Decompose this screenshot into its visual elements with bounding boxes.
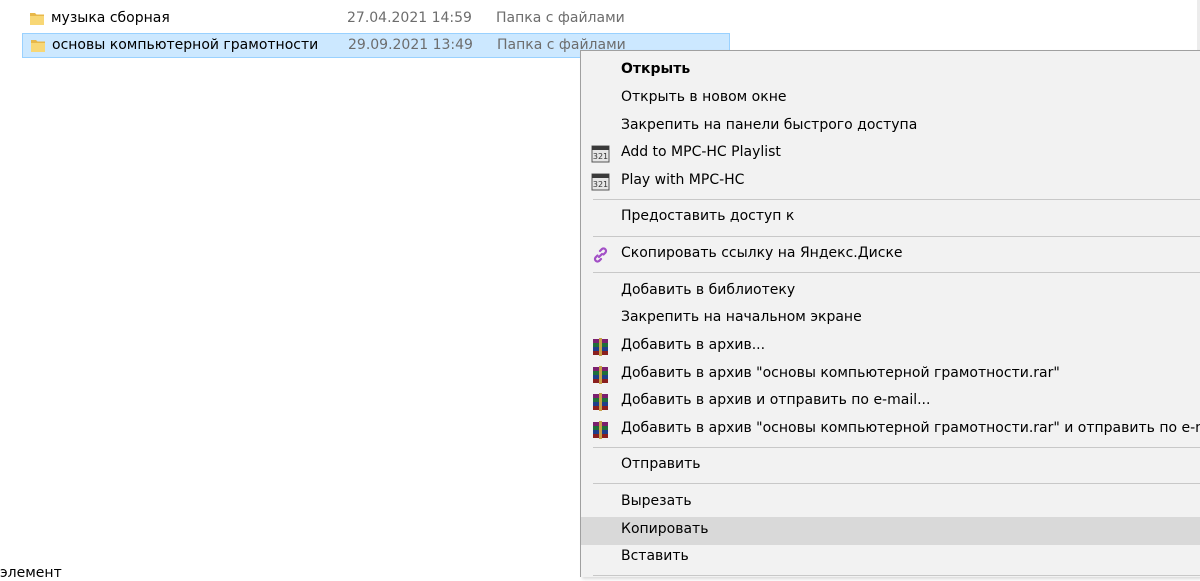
yandex-link-icon bbox=[593, 247, 608, 263]
menu-item-label: Закрепить на панели быстрого доступа bbox=[621, 117, 918, 133]
menu-item-label: Вставить bbox=[621, 548, 689, 564]
menu-item-play-mpc[interactable]: 321 Play with MPC-HC bbox=[581, 168, 1200, 196]
winrar-icon bbox=[593, 393, 608, 411]
svg-text:321: 321 bbox=[593, 180, 608, 189]
context-menu: Открыть Открыть в новом окне Закрепить н… bbox=[580, 50, 1200, 577]
winrar-icon bbox=[593, 366, 608, 384]
menu-item-label: Add to MPC-HC Playlist bbox=[621, 144, 781, 160]
menu-item-paste[interactable]: Вставить bbox=[581, 544, 1200, 572]
menu-item-add-archive[interactable]: Добавить в архив... bbox=[581, 333, 1200, 361]
file-date: 27.04.2021 14:59 bbox=[347, 10, 472, 26]
menu-item-label: Отправить bbox=[621, 456, 701, 472]
winrar-icon bbox=[593, 421, 608, 439]
menu-item-cut[interactable]: Вырезать bbox=[581, 489, 1200, 517]
menu-item-open[interactable]: Открыть bbox=[581, 57, 1200, 85]
menu-item-give-access[interactable]: Предоставить доступ к bbox=[581, 204, 1200, 232]
menu-separator bbox=[593, 447, 1200, 448]
mpc-hc-icon: 321 bbox=[591, 173, 610, 191]
menu-item-label: Открыть bbox=[621, 61, 691, 77]
file-row-muzyka[interactable]: музыка сборная 27.04.2021 14:59 Папка с … bbox=[22, 7, 730, 32]
menu-item-label: Добавить в архив... bbox=[621, 337, 766, 353]
menu-separator bbox=[593, 236, 1200, 237]
folder-icon bbox=[31, 40, 45, 52]
file-name[interactable]: музыка сборная bbox=[51, 10, 170, 26]
menu-item-label: Копировать bbox=[621, 521, 709, 537]
file-date: 29.09.2021 13:49 bbox=[348, 37, 473, 53]
menu-item-copy-yandex-link[interactable]: Скопировать ссылку на Яндекс.Диске bbox=[581, 241, 1200, 269]
menu-item-add-archive-named[interactable]: Добавить в архив "основы компьютерной гр… bbox=[581, 361, 1200, 389]
menu-item-add-library[interactable]: Добавить в библиотеку bbox=[581, 278, 1200, 306]
file-name[interactable]: основы компьютерной грамотности bbox=[52, 37, 318, 53]
menu-item-label: Добавить в библиотеку bbox=[621, 282, 796, 298]
menu-separator bbox=[593, 199, 1200, 200]
menu-item-label: Закрепить на начальном экране bbox=[621, 309, 862, 325]
menu-item-label: Добавить в архив "основы компьютерной гр… bbox=[621, 365, 1060, 381]
winrar-icon bbox=[593, 338, 608, 356]
menu-item-label: Play with MPC-HC bbox=[621, 172, 745, 188]
status-bar-text: элемент bbox=[0, 565, 62, 581]
menu-item-label: Скопировать ссылку на Яндекс.Диске bbox=[621, 245, 903, 261]
menu-item-send-to[interactable]: Отправить bbox=[581, 452, 1200, 480]
file-type: Папка с файлами bbox=[496, 10, 625, 26]
menu-item-pin-start[interactable]: Закрепить на начальном экране bbox=[581, 305, 1200, 333]
menu-item-add-archive-email[interactable]: Добавить в архив и отправить по e-mail..… bbox=[581, 388, 1200, 416]
menu-item-add-mpc-playlist[interactable]: 321 Add to MPC-HC Playlist bbox=[581, 140, 1200, 168]
menu-separator bbox=[593, 575, 1200, 576]
menu-item-label: Предоставить доступ к bbox=[621, 208, 795, 224]
menu-item-open-new-window[interactable]: Открыть в новом окне bbox=[581, 85, 1200, 113]
mpc-hc-icon: 321 bbox=[591, 145, 610, 163]
menu-item-label: Добавить в архив "основы компьютерной гр… bbox=[621, 420, 1200, 436]
menu-separator bbox=[593, 483, 1200, 484]
menu-item-label: Открыть в новом окне bbox=[621, 89, 787, 105]
menu-item-label: Добавить в архив и отправить по e-mail..… bbox=[621, 392, 931, 408]
menu-item-copy[interactable]: Копировать bbox=[581, 517, 1200, 545]
menu-item-add-archive-named-email[interactable]: Добавить в архив "основы компьютерной гр… bbox=[581, 416, 1200, 444]
folder-icon bbox=[30, 13, 44, 25]
menu-separator bbox=[593, 272, 1200, 273]
svg-text:321: 321 bbox=[593, 152, 608, 161]
menu-item-pin-quick-access[interactable]: Закрепить на панели быстрого доступа bbox=[581, 113, 1200, 141]
menu-item-label: Вырезать bbox=[621, 493, 692, 509]
